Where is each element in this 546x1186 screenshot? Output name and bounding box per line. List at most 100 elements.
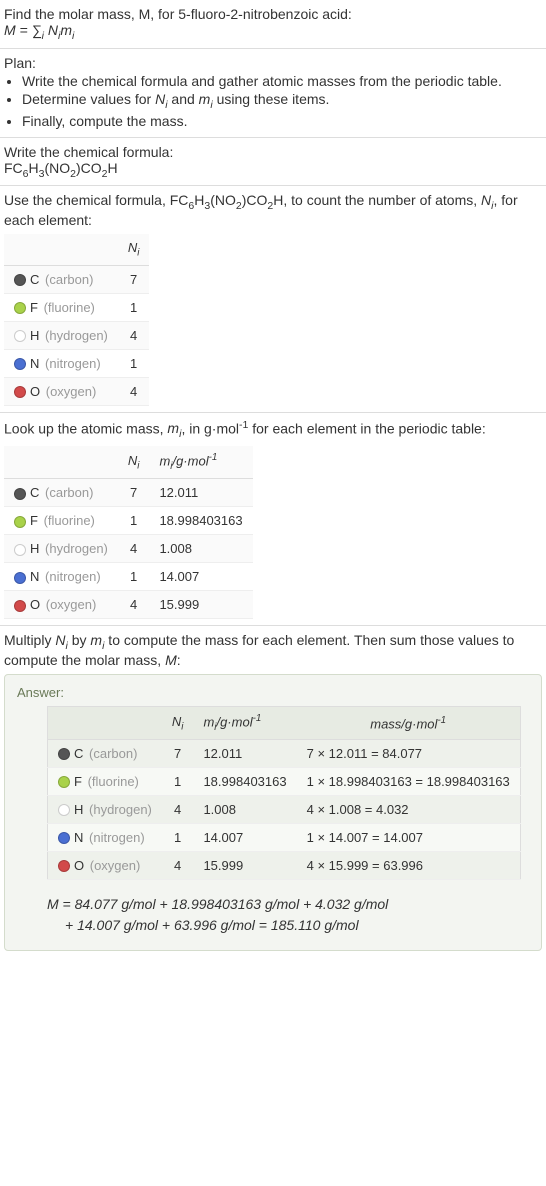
m-value: 12.011	[149, 479, 252, 507]
element-symbol: F	[74, 774, 82, 789]
element-dot-icon	[58, 804, 70, 816]
plan-heading: Plan:	[4, 55, 542, 71]
mass-value: 4 × 15.999 = 63.996	[297, 851, 521, 879]
plan-item: Write the chemical formula and gather at…	[22, 73, 542, 89]
element-name: (fluorine)	[44, 300, 95, 315]
n-value: 1	[118, 507, 150, 535]
answer-label: Answer:	[17, 685, 529, 700]
element-dot-icon	[14, 572, 26, 584]
n-value: 7	[118, 479, 150, 507]
element-dot-icon	[58, 748, 70, 760]
intro-section: Find the molar mass, M, for 5-fluoro-2-n…	[0, 0, 546, 49]
element-name: (oxygen)	[46, 384, 97, 399]
table-row: O (oxygen)415.999	[4, 591, 253, 619]
element-symbol: N	[30, 356, 39, 371]
element-cell: N (nitrogen)	[4, 349, 118, 377]
intro-equation: M = ∑i Nimi	[4, 22, 542, 42]
table-row: F (fluorine)118.998403163	[4, 507, 253, 535]
element-symbol: O	[30, 597, 40, 612]
element-dot-icon	[14, 330, 26, 342]
n-value: 7	[118, 265, 150, 293]
table-row: C (carbon)7	[4, 265, 149, 293]
chemical-formula: FC6H3(NO2)CO2H	[4, 160, 542, 180]
element-symbol: N	[74, 830, 83, 845]
element-dot-icon	[58, 776, 70, 788]
element-dot-icon	[14, 386, 26, 398]
element-name: (carbon)	[89, 746, 137, 761]
element-name: (hydrogen)	[45, 328, 108, 343]
intro-line: Find the molar mass, M, for 5-fluoro-2-n…	[4, 6, 542, 22]
mass-value: 1 × 14.007 = 14.007	[297, 823, 521, 851]
element-cell: H (hydrogen)	[4, 535, 118, 563]
element-symbol: O	[74, 858, 84, 873]
element-symbol: C	[74, 746, 83, 761]
count-table: Ni C (carbon)7F (fluorine)1H (hydrogen)4…	[4, 234, 149, 406]
element-symbol: O	[30, 384, 40, 399]
multiply-section: Multiply Ni by mi to compute the mass fo…	[0, 626, 546, 963]
multiply-text: Multiply Ni by mi to compute the mass fo…	[4, 632, 542, 668]
element-symbol: N	[30, 569, 39, 584]
answer-table: Ni mi/g·mol-1 mass/g·mol-1 C (carbon)712…	[47, 706, 521, 880]
lookup-text: Look up the atomic mass, mi, in g·mol-1 …	[4, 419, 542, 440]
m-value: 14.007	[193, 823, 296, 851]
n-value: 1	[162, 823, 194, 851]
table-row: H (hydrogen)41.008	[4, 535, 253, 563]
lookup-table: Ni mi/g·mol-1 C (carbon)712.011F (fluori…	[4, 446, 253, 619]
element-name: (nitrogen)	[45, 356, 101, 371]
element-cell: O (oxygen)	[4, 591, 118, 619]
element-name: (hydrogen)	[45, 541, 108, 556]
table-row: N (nitrogen) 114.0071 × 14.007 = 14.007	[48, 823, 521, 851]
final-equation: M = 84.077 g/mol + 18.998403163 g/mol + …	[47, 894, 529, 936]
element-dot-icon	[14, 358, 26, 370]
element-symbol: C	[30, 485, 39, 500]
element-cell: F (fluorine)	[4, 293, 118, 321]
element-symbol: H	[74, 802, 83, 817]
element-symbol: H	[30, 541, 39, 556]
table-row: N (nitrogen)114.007	[4, 563, 253, 591]
n-value: 4	[162, 795, 194, 823]
element-name: (oxygen)	[46, 597, 97, 612]
element-name: (carbon)	[45, 485, 93, 500]
element-dot-icon	[14, 516, 26, 528]
table-row: C (carbon) 712.011	[4, 479, 253, 507]
table-row: H (hydrogen) 4	[4, 321, 149, 349]
element-dot-icon	[58, 860, 70, 872]
mass-value: 4 × 1.008 = 4.032	[297, 795, 521, 823]
count-text: Use the chemical formula, FC6H3(NO2)CO2H…	[4, 192, 542, 228]
plan-section: Plan: Write the chemical formula and gat…	[0, 49, 546, 138]
element-cell: N (nitrogen)	[4, 563, 118, 591]
n-value: 7	[162, 739, 194, 767]
element-symbol: H	[30, 328, 39, 343]
element-dot-icon	[14, 488, 26, 500]
element-dot-icon	[14, 600, 26, 612]
element-name: (nitrogen)	[89, 830, 145, 845]
answer-box: Answer: Ni mi/g·mol-1 mass/g·mol-1 C (ca…	[4, 674, 542, 951]
m-value: 1.008	[193, 795, 296, 823]
mass-value: 7 × 12.011 = 84.077	[297, 739, 521, 767]
element-symbol: F	[30, 300, 38, 315]
element-cell: F (fluorine)	[48, 767, 162, 795]
m-value: 18.998403163	[149, 507, 252, 535]
element-name: (oxygen)	[90, 858, 141, 873]
n-value: 4	[118, 591, 150, 619]
element-name: (carbon)	[45, 272, 93, 287]
element-cell: F (fluorine)	[4, 507, 118, 535]
element-name: (hydrogen)	[89, 802, 152, 817]
element-dot-icon	[14, 274, 26, 286]
n-value: 1	[118, 293, 150, 321]
n-value: 4	[118, 321, 150, 349]
intro-text: Find the molar mass, M, for 5-fluoro-2-n…	[4, 6, 352, 22]
element-cell: C (carbon)	[48, 739, 162, 767]
m-value: 15.999	[193, 851, 296, 879]
n-value: 4	[118, 377, 150, 405]
table-row: C (carbon)712.0117 × 12.011 = 84.077	[48, 739, 521, 767]
element-dot-icon	[14, 544, 26, 556]
plan-item: Finally, compute the mass.	[22, 113, 542, 129]
m-value: 1.008	[149, 535, 252, 563]
element-dot-icon	[14, 302, 26, 314]
m-value: 14.007	[149, 563, 252, 591]
element-cell: C (carbon)	[4, 265, 118, 293]
table-row: H (hydrogen) 41.0084 × 1.008 = 4.032	[48, 795, 521, 823]
formula-section: Write the chemical formula: FC6H3(NO2)CO…	[0, 138, 546, 187]
lookup-section: Look up the atomic mass, mi, in g·mol-1 …	[0, 413, 546, 626]
